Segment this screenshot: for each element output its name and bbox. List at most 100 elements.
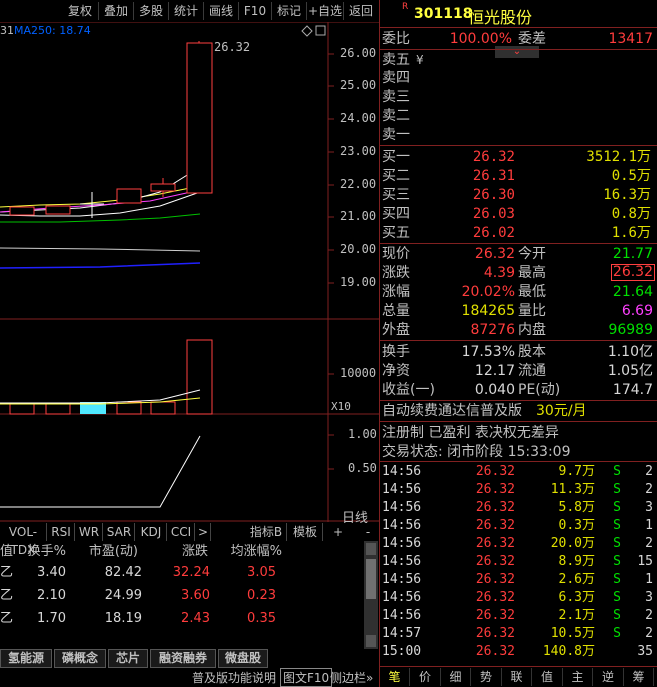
tick-volume: 10.5万 bbox=[550, 626, 595, 641]
stat-row: 涨幅 20.02% 最低 21.64 bbox=[380, 283, 657, 301]
fuquan-button[interactable]: 复权 bbox=[62, 2, 99, 20]
tab-rsi[interactable]: RSI bbox=[48, 523, 75, 541]
table-row[interactable]: 乙 3.40 82.42 32.24 3.05 bbox=[0, 562, 379, 584]
table-header: 值 换手% 市盈(动) 涨跌 均涨幅% bbox=[0, 541, 379, 561]
tab-block[interactable]: 融资融券 bbox=[150, 649, 216, 668]
promo-price[interactable]: 30元/月 bbox=[536, 402, 587, 420]
table-cell: 乙 bbox=[0, 565, 14, 580]
table-row[interactable]: 乙 2.10 24.99 3.60 0.23 bbox=[0, 585, 379, 607]
fin-value: 0.040 bbox=[474, 382, 515, 398]
add-watchlist-button[interactable]: +自选 bbox=[307, 2, 344, 20]
buy-row[interactable]: 买二 26.31 0.5万 bbox=[380, 167, 657, 185]
buy-row[interactable]: 买一 26.32 3512.1万 bbox=[380, 148, 657, 166]
col-header[interactable]: 均涨幅% bbox=[224, 541, 282, 563]
detail-tab[interactable]: 筹 bbox=[624, 668, 654, 686]
sidebar-toggle[interactable]: 侧边栏» bbox=[330, 669, 373, 686]
template-button[interactable]: 模板 bbox=[288, 523, 323, 541]
tick-volume: 20.0万 bbox=[550, 536, 595, 551]
overlay-button[interactable]: 叠加 bbox=[99, 2, 134, 20]
tab-block[interactable]: 氢能源 bbox=[0, 649, 52, 668]
stat-label: 外盘 bbox=[382, 322, 410, 338]
tick-row[interactable]: 14:56 26.32 2.1万 S 2 bbox=[380, 607, 657, 625]
tick-row[interactable]: 15:00 26.32 140.8万 35 bbox=[380, 643, 657, 661]
f10-text-button[interactable]: 图文F10 bbox=[280, 668, 333, 687]
tick-row[interactable]: 14:56 26.32 5.8万 S 3 bbox=[380, 499, 657, 517]
tick-row[interactable]: 14:56 26.32 8.9万 S 15 bbox=[380, 553, 657, 571]
tick-price: 26.32 bbox=[475, 536, 515, 551]
back-button[interactable]: 返回 bbox=[344, 2, 378, 20]
tab-wr[interactable]: WR bbox=[76, 523, 103, 541]
zoom-out-button[interactable]: - bbox=[360, 523, 376, 541]
tab-more-arrow[interactable]: > bbox=[196, 523, 211, 541]
detail-tab[interactable]: 主 bbox=[563, 668, 593, 686]
buy-row[interactable]: 买四 26.03 0.8万 bbox=[380, 205, 657, 223]
indicator-b-button[interactable]: 指标B bbox=[246, 523, 287, 541]
draw-line-button[interactable]: 画线 bbox=[204, 2, 239, 20]
tab-block[interactable]: 磷概念 bbox=[54, 649, 106, 668]
tick-count: 3 bbox=[645, 590, 653, 605]
detail-tab[interactable]: 势 bbox=[472, 668, 502, 686]
kline-chart[interactable] bbox=[0, 22, 379, 522]
statistics-button[interactable]: 统计 bbox=[169, 2, 204, 20]
detail-tab[interactable]: 细 bbox=[441, 668, 471, 686]
table-cell: 18.19 bbox=[104, 611, 142, 626]
col-header[interactable]: 涨跌 bbox=[172, 541, 208, 563]
stat-row: 外盘 87276 内盘 96989 bbox=[380, 321, 657, 339]
tick-row[interactable]: 14:56 26.32 2.6万 S 1 bbox=[380, 571, 657, 589]
buy-row[interactable]: 买五 26.02 1.6万 bbox=[380, 224, 657, 242]
tab-sar[interactable]: SAR bbox=[104, 523, 135, 541]
stat-label: 内盘 bbox=[518, 322, 546, 338]
tab-block[interactable]: 微盘股 bbox=[218, 649, 268, 668]
detail-tab[interactable]: 联 bbox=[502, 668, 532, 686]
table-cell: 3.05 bbox=[247, 565, 276, 580]
tick-side: S bbox=[613, 608, 621, 623]
table-row[interactable]: 乙 1.70 18.19 2.43 0.35 bbox=[0, 608, 379, 630]
zoom-in-button[interactable]: + bbox=[330, 523, 346, 541]
mark-button[interactable]: 标记 bbox=[272, 2, 307, 20]
buy-row[interactable]: 买三 26.30 16.3万 bbox=[380, 186, 657, 204]
col-header[interactable]: 换手% bbox=[22, 541, 66, 563]
tick-count: 1 bbox=[645, 518, 653, 533]
sell-row[interactable]: 卖二 bbox=[380, 107, 657, 125]
tick-row[interactable]: 14:56 26.32 20.0万 S 2 bbox=[380, 535, 657, 553]
stat-value: 21.64 bbox=[612, 284, 653, 300]
stat-label: 涨跌 bbox=[382, 265, 410, 281]
col-header[interactable]: 市盈(动) bbox=[82, 541, 138, 563]
tab-vol-tdx[interactable]: VOL-TDX bbox=[0, 523, 47, 557]
detail-tab[interactable]: 逆 bbox=[594, 668, 624, 686]
f10-button[interactable]: F10 bbox=[239, 2, 272, 20]
sell-row[interactable]: 卖一 bbox=[380, 126, 657, 144]
tab-kdj[interactable]: KDJ bbox=[136, 523, 167, 541]
tab-cci[interactable]: CCI bbox=[168, 523, 195, 541]
buy-volume: 0.5万 bbox=[611, 168, 651, 184]
tick-time: 14:56 bbox=[382, 608, 422, 623]
sell-row[interactable]: 卖五 ¥ bbox=[380, 51, 657, 69]
tick-side: S bbox=[613, 464, 621, 479]
buy-volume: 3512.1万 bbox=[586, 149, 651, 165]
promo-text[interactable]: 自动续费通达信普及版 bbox=[382, 402, 522, 420]
detail-tab[interactable]: 价 bbox=[411, 668, 441, 686]
tick-price: 26.32 bbox=[475, 518, 515, 533]
col-header[interactable]: 值 bbox=[0, 541, 14, 563]
tab-block[interactable]: 芯片 bbox=[108, 649, 148, 668]
stat-value: 87276 bbox=[470, 322, 515, 338]
sell-row[interactable]: 卖四 bbox=[380, 69, 657, 87]
stat-row: 涨跌 4.39 最高 26.32 bbox=[380, 264, 657, 282]
detail-tab[interactable]: 笔 bbox=[380, 668, 410, 686]
sell-label: 卖四 bbox=[382, 70, 410, 86]
promo-row[interactable]: 自动续费通达信普及版 30元/月 bbox=[380, 402, 657, 420]
table-scrollbar[interactable] bbox=[364, 541, 378, 649]
tick-row[interactable]: 14:56 26.32 0.3万 S 1 bbox=[380, 517, 657, 535]
tick-row[interactable]: 14:56 26.32 11.3万 S 2 bbox=[380, 481, 657, 499]
sell-row[interactable]: 卖三 bbox=[380, 88, 657, 106]
sell-price: ¥ bbox=[416, 53, 424, 67]
feature-help-link[interactable]: 普及版功能说明 bbox=[192, 669, 276, 686]
tick-row[interactable]: 14:57 26.32 10.5万 S 2 bbox=[380, 625, 657, 643]
tick-row[interactable]: 14:56 26.32 6.3万 S 3 bbox=[380, 589, 657, 607]
fin-value: 1.05亿 bbox=[607, 363, 653, 379]
multi-stock-button[interactable]: 多股 bbox=[134, 2, 169, 20]
buy-label: 买三 bbox=[382, 187, 410, 203]
tick-time: 14:56 bbox=[382, 518, 422, 533]
detail-tab[interactable]: 值 bbox=[533, 668, 563, 686]
tick-row[interactable]: 14:56 26.32 9.7万 S 2 bbox=[380, 463, 657, 481]
